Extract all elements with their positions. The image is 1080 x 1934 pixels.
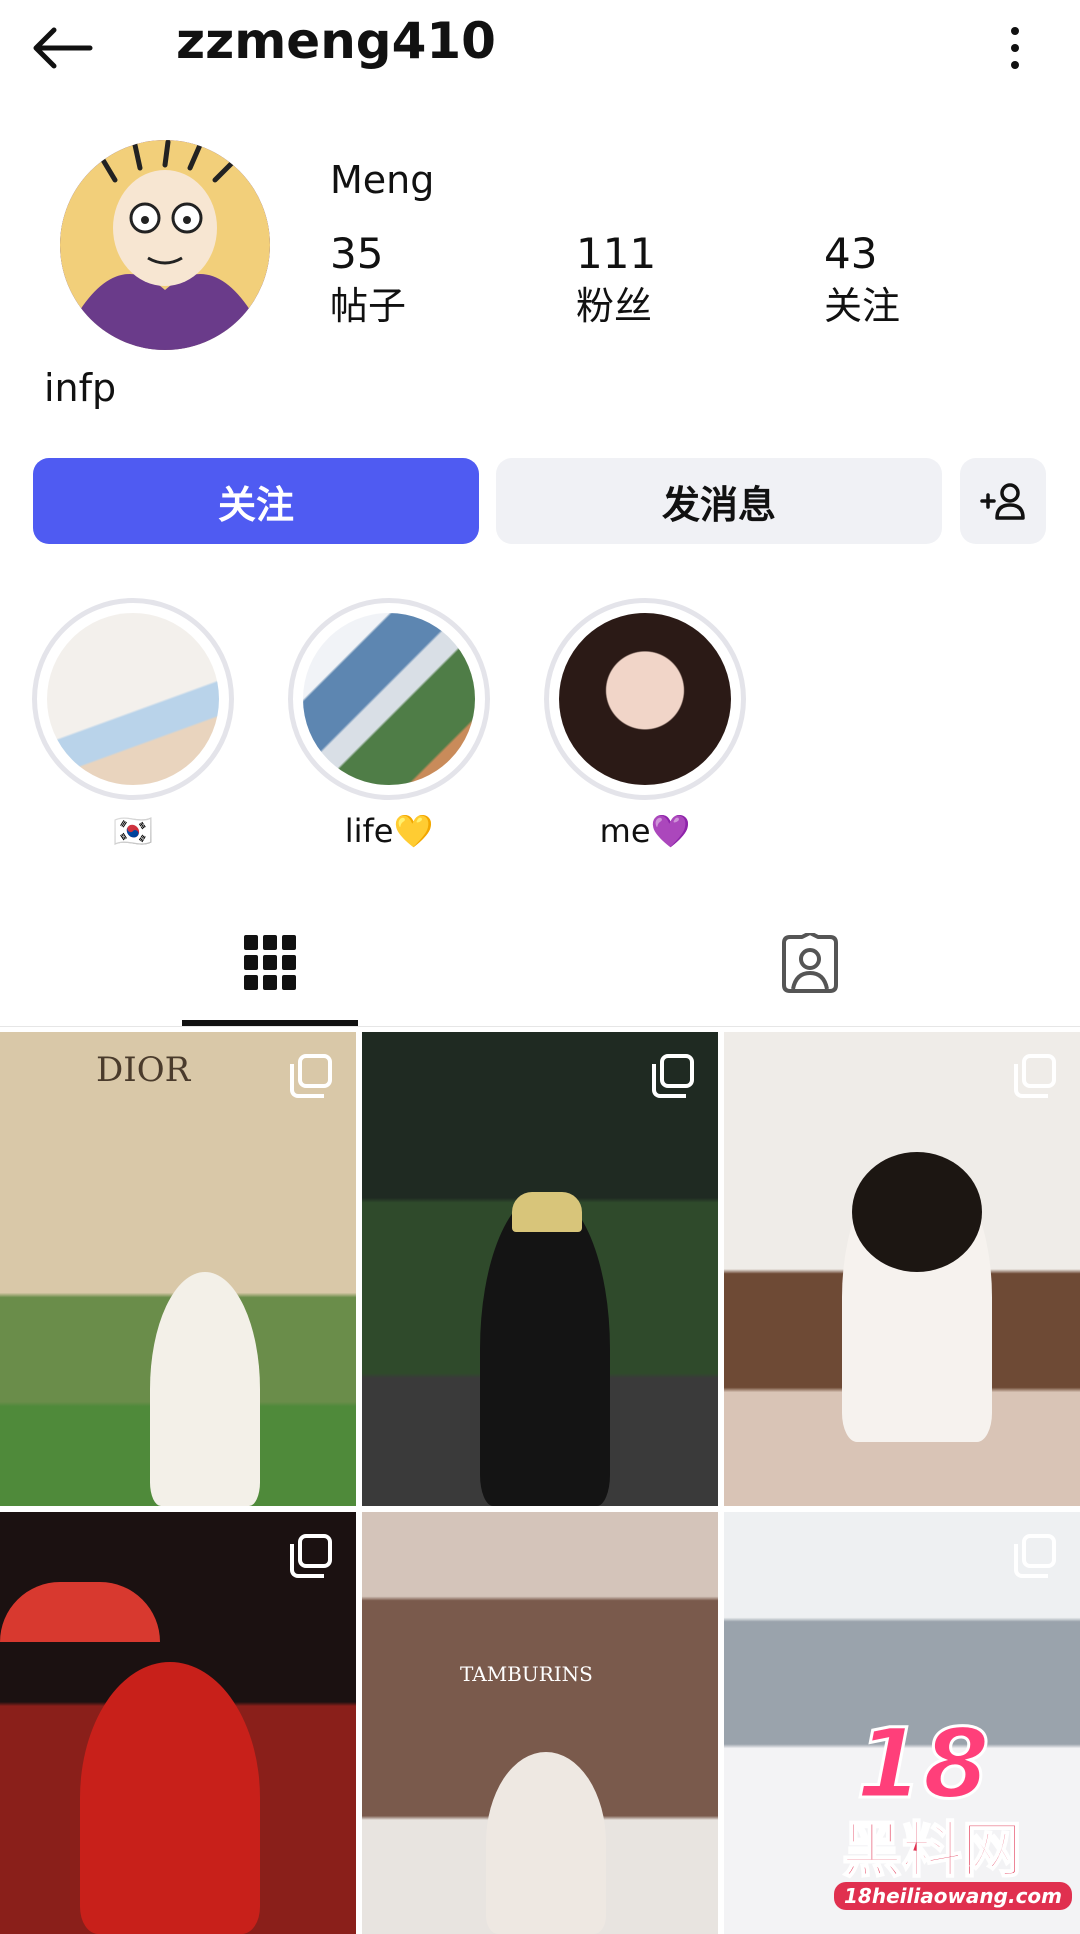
watermark-url: 18heiliaowang.com xyxy=(834,1882,1072,1910)
highlight-image xyxy=(559,613,731,785)
post-thumbnail[interactable]: DIOR xyxy=(0,1032,356,1506)
back-button[interactable] xyxy=(30,20,100,76)
dot-icon xyxy=(1011,27,1019,35)
avatar-cartoon-icon xyxy=(60,140,270,350)
person-figure xyxy=(150,1272,260,1506)
multiple-photos-icon xyxy=(652,1054,694,1098)
story-highlight[interactable]: me💜 xyxy=(544,598,746,852)
followers-count-label: 粉丝 xyxy=(576,284,653,328)
highlight-label: me💜 xyxy=(599,812,691,850)
more-options-button[interactable] xyxy=(1000,18,1030,78)
tagged-person-icon xyxy=(782,933,838,993)
dot-icon xyxy=(1011,44,1019,52)
posts-count[interactable]: 35 帖子 xyxy=(330,228,406,332)
avatar[interactable] xyxy=(60,140,270,350)
grid-icon xyxy=(244,935,296,990)
person-figure xyxy=(80,1662,260,1934)
multiple-photos-icon xyxy=(1014,1054,1056,1098)
multiple-photos-icon xyxy=(1014,1534,1056,1578)
person-figure xyxy=(480,1192,610,1506)
umbrella-shape xyxy=(0,1582,160,1642)
profile-username: zzmeng410 xyxy=(176,12,496,70)
tab-posts-grid[interactable] xyxy=(182,900,358,1026)
post-thumbnail[interactable]: TAMBURINS xyxy=(362,1512,718,1934)
top-bar: zzmeng410 xyxy=(0,0,1080,96)
divider xyxy=(0,1026,1080,1027)
suggested-users-button[interactable] xyxy=(960,458,1046,544)
posts-count-label: 帖子 xyxy=(330,284,407,328)
person-figure xyxy=(486,1752,606,1934)
following-count-value: 43 xyxy=(824,229,878,278)
story-highlight[interactable]: life💛 xyxy=(288,598,490,852)
hair-shape xyxy=(852,1152,982,1272)
highlight-image xyxy=(303,613,475,785)
highlight-cover xyxy=(544,598,746,800)
followers-count[interactable]: 111 粉丝 xyxy=(576,228,656,332)
posts-count-value: 35 xyxy=(330,229,384,278)
multiple-photos-icon xyxy=(290,1534,332,1578)
highlight-label: 🇰🇷 xyxy=(113,812,153,850)
highlight-cover xyxy=(288,598,490,800)
highlight-label: life💛 xyxy=(344,812,434,850)
display-name: Meng xyxy=(330,158,435,202)
following-count-label: 关注 xyxy=(824,284,901,328)
post-thumbnail[interactable] xyxy=(362,1032,718,1506)
message-button[interactable]: 发消息 xyxy=(496,458,942,544)
post-thumbnail[interactable]: 18 黑料网 18heiliaowang.com xyxy=(724,1512,1080,1934)
posts-grid: DIOR TAMBURINS 18 黑料网 18heiliaowang.com xyxy=(0,1032,1080,1934)
cap-shape xyxy=(512,1192,582,1232)
following-count[interactable]: 43 关注 xyxy=(824,228,900,332)
add-person-icon xyxy=(980,483,1025,520)
follow-button[interactable]: 关注 xyxy=(33,458,479,544)
tab-tagged[interactable] xyxy=(722,900,898,1026)
story-highlight[interactable]: 🇰🇷 xyxy=(32,598,234,852)
highlight-cover xyxy=(32,598,234,800)
post-overlay-text: TAMBURINS xyxy=(460,1662,593,1686)
dot-icon xyxy=(1011,61,1019,69)
followers-count-value: 111 xyxy=(576,229,657,278)
watermark-name: 黑料网 xyxy=(841,1815,1023,1887)
post-thumbnail[interactable] xyxy=(724,1032,1080,1506)
post-overlay-text: DIOR xyxy=(96,1050,191,1090)
multiple-photos-icon xyxy=(290,1054,332,1098)
profile-bio: infp xyxy=(44,366,117,410)
highlight-image xyxy=(47,613,219,785)
post-thumbnail[interactable] xyxy=(0,1512,356,1934)
back-arrow-icon xyxy=(33,27,93,69)
